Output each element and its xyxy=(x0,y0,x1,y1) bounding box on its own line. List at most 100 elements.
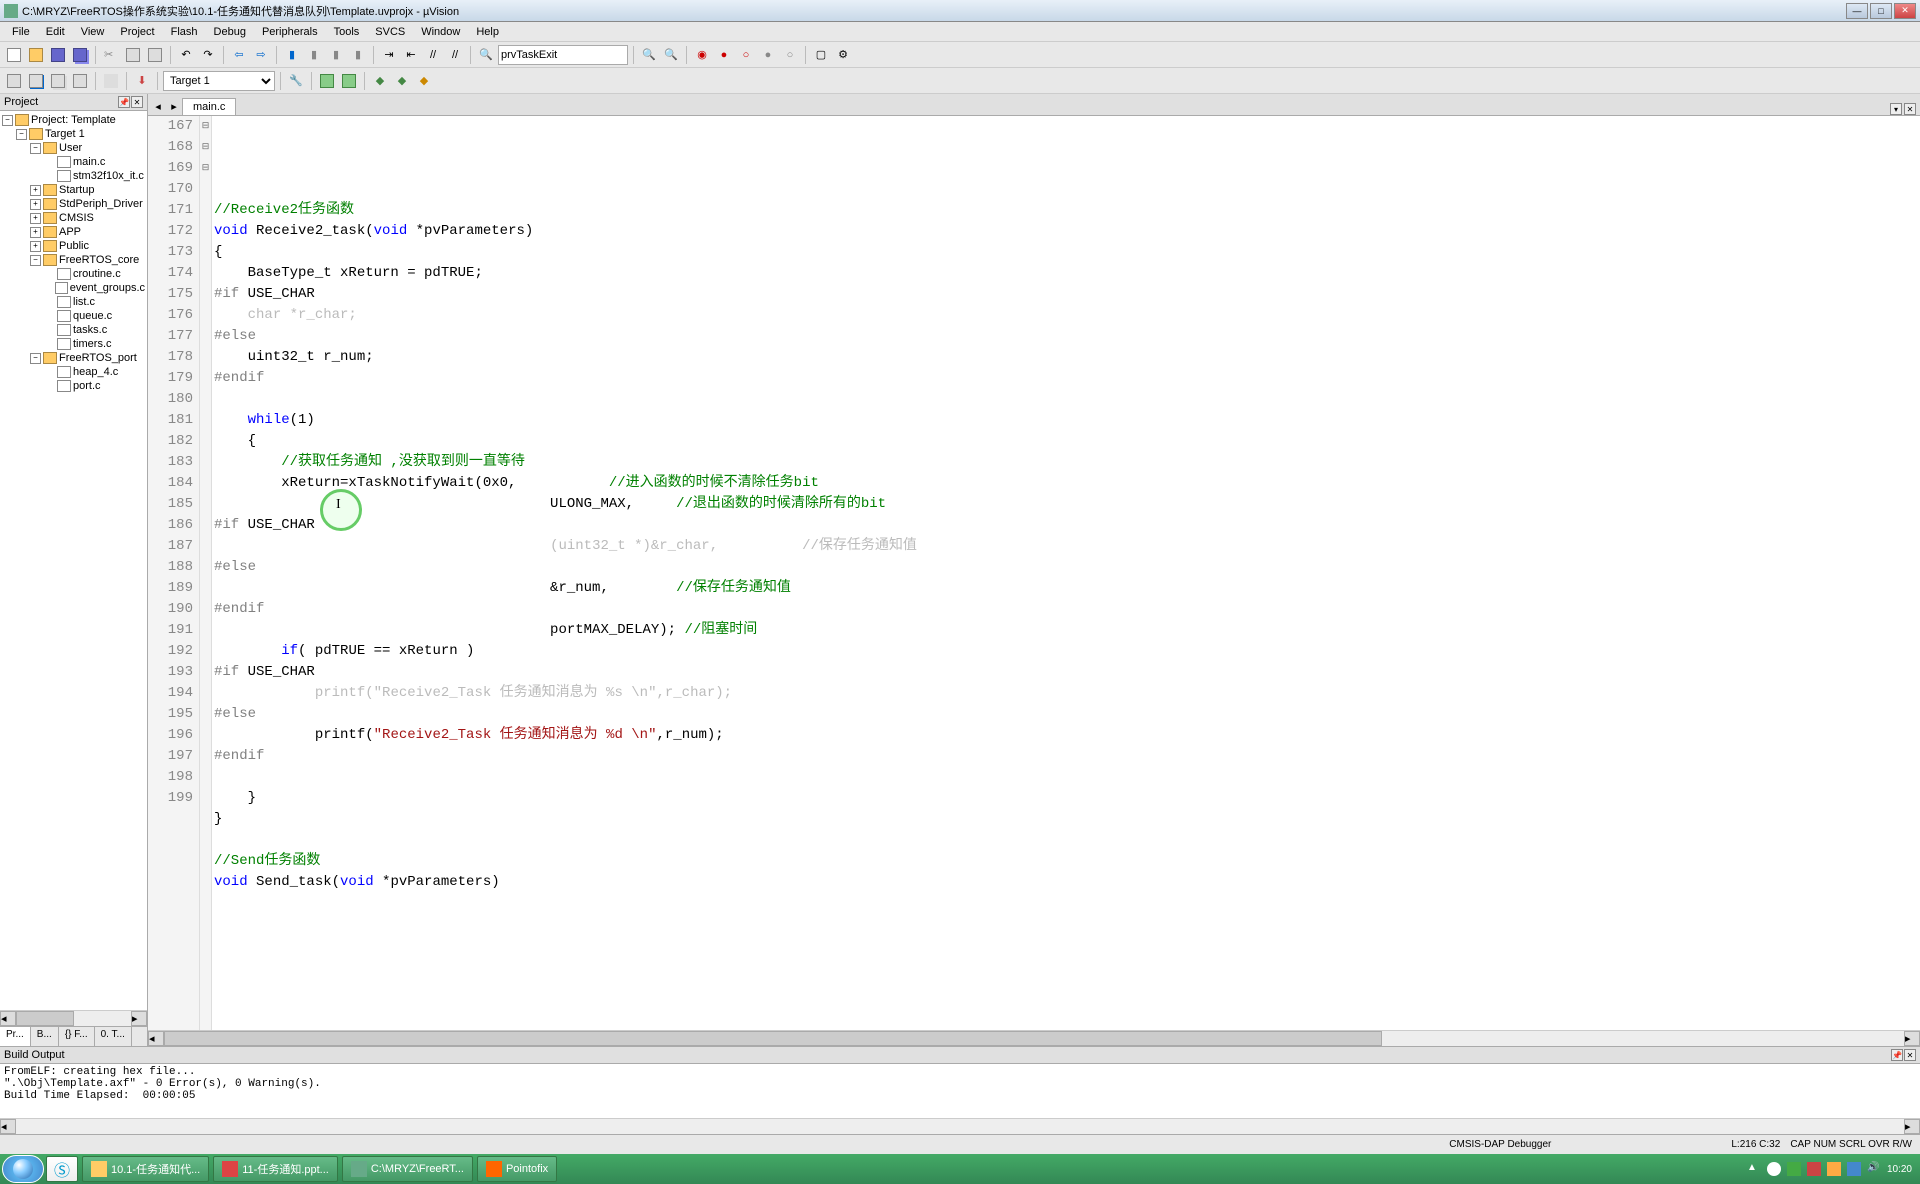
menu-debug[interactable]: Debug xyxy=(206,24,254,40)
editor-menu-button[interactable]: ▾ xyxy=(1890,103,1902,115)
tray-icon[interactable] xyxy=(1767,1162,1781,1176)
tray-icon[interactable] xyxy=(1847,1162,1861,1176)
menu-svcs[interactable]: SVCS xyxy=(367,24,413,40)
taskbar-skype[interactable]: Ⓢ xyxy=(46,1156,78,1182)
tree-group-app[interactable]: +APP xyxy=(2,225,145,239)
output-close-button[interactable]: ✕ xyxy=(1904,1049,1916,1061)
tree-file-heap_4-c[interactable]: heap_4.c xyxy=(2,365,145,379)
fold-column[interactable]: ⊟⊟⊟ xyxy=(200,116,212,1030)
tree-project-root[interactable]: −Project: Template xyxy=(2,113,145,127)
open-button[interactable] xyxy=(26,45,46,65)
incremental-find-button[interactable]: 🔍 xyxy=(661,45,681,65)
target-combo[interactable]: Target 1 xyxy=(163,71,275,91)
uncomment-button[interactable]: // xyxy=(445,45,465,65)
pack-installer-button[interactable]: ◆ xyxy=(370,71,390,91)
project-tab-1[interactable]: B... xyxy=(31,1027,59,1046)
manage-rte-button[interactable]: ◆ xyxy=(392,71,412,91)
start-button[interactable] xyxy=(2,1155,44,1183)
menu-edit[interactable]: Edit xyxy=(38,24,73,40)
taskbar-uvision[interactable]: C:\MRYZ\FreeRT... xyxy=(342,1156,473,1182)
taskbar-explorer[interactable]: 10.1-任务通知代... xyxy=(82,1156,209,1182)
tree-group-user[interactable]: −User xyxy=(2,141,145,155)
indent-button[interactable]: ⇥ xyxy=(379,45,399,65)
disable-breakpoint-button[interactable]: ● xyxy=(758,45,778,65)
tree-file-croutine-c[interactable]: croutine.c xyxy=(2,267,145,281)
save-all-button[interactable] xyxy=(70,45,90,65)
editor-close-button[interactable]: ✕ xyxy=(1904,103,1916,115)
find-in-files-button[interactable]: 🔍 xyxy=(639,45,659,65)
cut-button[interactable]: ✂ xyxy=(101,45,121,65)
system-tray[interactable]: ▲ 🔊 10:20 xyxy=(1747,1162,1918,1176)
stop-build-button[interactable] xyxy=(101,71,121,91)
translate-button[interactable] xyxy=(4,71,24,91)
insert-breakpoint-button[interactable]: ● xyxy=(714,45,734,65)
tree-group-startup[interactable]: +Startup xyxy=(2,183,145,197)
tray-clock[interactable]: 10:20 xyxy=(1887,1164,1912,1175)
editor-hscroll[interactable]: ◂▸ xyxy=(148,1030,1920,1046)
tree-file-port-c[interactable]: port.c xyxy=(2,379,145,393)
paste-button[interactable] xyxy=(145,45,165,65)
batch-build-button[interactable] xyxy=(70,71,90,91)
nav-back-button[interactable]: ⇦ xyxy=(229,45,249,65)
tree-group-public[interactable]: +Public xyxy=(2,239,145,253)
options-button[interactable]: 🔧 xyxy=(286,71,306,91)
bookmark-button[interactable]: ▮ xyxy=(282,45,302,65)
rebuild-button[interactable] xyxy=(48,71,68,91)
minimize-button[interactable]: — xyxy=(1846,3,1868,19)
tree-file-tasks-c[interactable]: tasks.c xyxy=(2,323,145,337)
tree-file-queue-c[interactable]: queue.c xyxy=(2,309,145,323)
tab-prev-button[interactable]: ◂ xyxy=(150,97,166,115)
panel-pin-button[interactable]: 📌 xyxy=(118,96,130,108)
menu-project[interactable]: Project xyxy=(112,24,162,40)
tree-group-cmsis[interactable]: +CMSIS xyxy=(2,211,145,225)
project-tab-2[interactable]: {} F... xyxy=(59,1027,95,1046)
tree-group-freertos_port[interactable]: −FreeRTOS_port xyxy=(2,351,145,365)
new-button[interactable] xyxy=(4,45,24,65)
bookmark-prev-button[interactable]: ▮ xyxy=(304,45,324,65)
project-tab-0[interactable]: Pr... xyxy=(0,1027,31,1046)
volume-icon[interactable]: 🔊 xyxy=(1867,1162,1881,1176)
save-button[interactable] xyxy=(48,45,68,65)
file-tab-main[interactable]: main.c xyxy=(182,98,236,115)
file-ext-button[interactable] xyxy=(317,71,337,91)
project-tab-3[interactable]: 0. T... xyxy=(95,1027,132,1046)
code-view[interactable]: 1671681691701711721731741751761771781791… xyxy=(148,116,1920,1030)
menu-view[interactable]: View xyxy=(73,24,113,40)
select-pack-button[interactable]: ◆ xyxy=(414,71,434,91)
panel-close-button[interactable]: ✕ xyxy=(131,96,143,108)
tray-icon[interactable]: ▲ xyxy=(1747,1162,1761,1176)
taskbar-pointofix[interactable]: Pointofix xyxy=(477,1156,557,1182)
tray-icon[interactable] xyxy=(1827,1162,1841,1176)
outdent-button[interactable]: ⇤ xyxy=(401,45,421,65)
copy-button[interactable] xyxy=(123,45,143,65)
comment-button[interactable]: // xyxy=(423,45,443,65)
project-tree[interactable]: −Project: Template−Target 1−Usermain.cst… xyxy=(0,111,147,1010)
output-pin-button[interactable]: 📌 xyxy=(1891,1049,1903,1061)
build-button[interactable] xyxy=(26,71,46,91)
project-hscroll[interactable]: ◂▸ xyxy=(0,1010,147,1026)
tree-target[interactable]: −Target 1 xyxy=(2,127,145,141)
find-button[interactable]: 🔍 xyxy=(476,45,496,65)
find-combo[interactable] xyxy=(498,45,628,65)
tree-file-stm32f10x_it-c[interactable]: stm32f10x_it.c xyxy=(2,169,145,183)
enable-breakpoint-button[interactable]: ○ xyxy=(736,45,756,65)
bookmark-clear-button[interactable]: ▮ xyxy=(348,45,368,65)
tree-group-freertos_core[interactable]: −FreeRTOS_core xyxy=(2,253,145,267)
menu-window[interactable]: Window xyxy=(413,24,468,40)
debug-button[interactable]: ◉ xyxy=(692,45,712,65)
menu-help[interactable]: Help xyxy=(468,24,507,40)
undo-button[interactable]: ↶ xyxy=(176,45,196,65)
nav-fwd-button[interactable]: ⇨ xyxy=(251,45,271,65)
redo-button[interactable]: ↷ xyxy=(198,45,218,65)
tree-file-main-c[interactable]: main.c xyxy=(2,155,145,169)
tree-group-stdperiph_driver[interactable]: +StdPeriph_Driver xyxy=(2,197,145,211)
menu-flash[interactable]: Flash xyxy=(163,24,206,40)
taskbar-ppt[interactable]: 11-任务通知.ppt... xyxy=(213,1156,338,1182)
tray-icon[interactable] xyxy=(1807,1162,1821,1176)
config-button[interactable]: ⚙ xyxy=(833,45,853,65)
menu-peripherals[interactable]: Peripherals xyxy=(254,24,326,40)
menu-file[interactable]: File xyxy=(4,24,38,40)
manage-button[interactable] xyxy=(339,71,359,91)
tree-file-timers-c[interactable]: timers.c xyxy=(2,337,145,351)
menu-tools[interactable]: Tools xyxy=(326,24,368,40)
